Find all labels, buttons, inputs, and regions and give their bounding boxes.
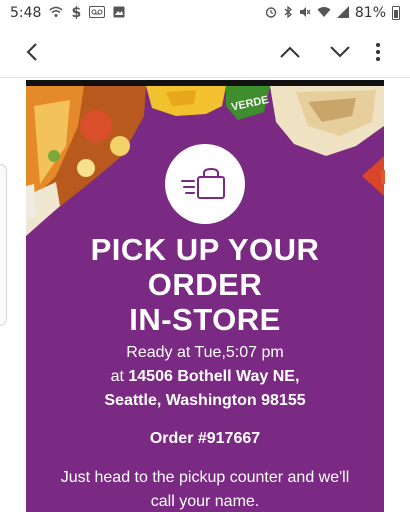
status-time: 5:48 [10,5,42,21]
edge-panel-handle[interactable] [0,164,7,326]
more-options-button[interactable] [360,34,396,70]
address-prefix: at [110,368,124,385]
back-button[interactable] [14,34,50,70]
more-vert-icon [376,43,380,61]
wifi-calling-icon [49,6,63,21]
bluetooth-icon [283,5,293,21]
pickup-icon-circle [165,144,245,224]
voicemail-icon [89,5,106,21]
next-button[interactable] [322,34,358,70]
ready-time: Ready at Tue,5:07 pm [126,344,284,361]
chevron-up-icon [280,46,300,58]
mute-icon [299,6,311,21]
wifi-icon [317,6,331,21]
pickup-title: PICK UP YOUR ORDER IN-STORE [26,232,384,337]
email-body: VERDE PICK UP YOUR ORDER IN-STORE Ready … [26,80,384,512]
chevron-down-icon [330,46,350,58]
previous-button[interactable] [272,34,308,70]
back-arrow-icon [26,43,37,61]
title-line-1: PICK UP YOUR [90,232,320,267]
address-street: 14506 Bothell Way NE, [128,368,300,385]
status-left: 5:48 $ [10,5,125,21]
order-number: Order #917667 [149,430,261,447]
photo-icon [113,6,125,21]
title-line-3: IN-STORE [129,302,281,337]
status-bar: 5:48 $ 81% [0,0,410,26]
title-line-2: ORDER [147,267,263,302]
shopping-bag-icon [181,167,225,199]
address-line-2: Seattle, Washington 98155 [104,392,306,409]
battery-percent: 81% [354,5,386,21]
app-bar [0,26,410,78]
banner-edge-accent [381,170,385,184]
dollar-icon: $ [71,5,82,21]
pickup-instructions: Just head to the pickup counter and we'l… [60,469,350,510]
address-line-1: at 14506 Bothell Way NE, [26,366,384,388]
status-right: 81% [265,5,400,21]
signal-icon [336,5,349,21]
battery-icon [392,6,400,20]
alarm-icon [265,6,277,21]
right-margin [384,80,410,512]
